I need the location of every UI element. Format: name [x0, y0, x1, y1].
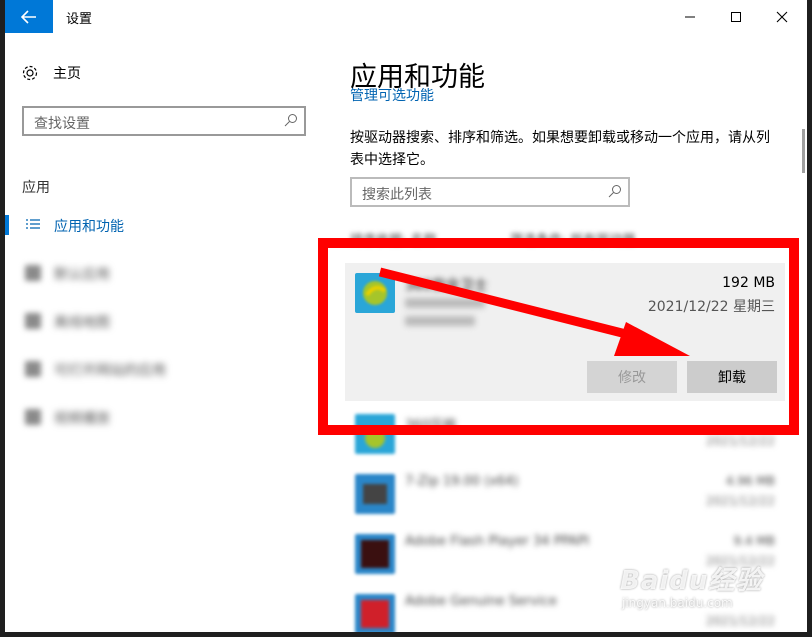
sidebar-item-apps-for-websites[interactable]: 可打开网站的应用	[5, 357, 335, 381]
sidebar-item-apps-features[interactable]: 应用和功能	[5, 213, 335, 237]
maximize-button[interactable]	[713, 0, 759, 33]
annotation-highlight-box	[318, 238, 799, 435]
flash-player-icon	[361, 540, 389, 568]
list-item[interactable]: 7-Zip 19.00 (x64) 4.96 MB 2021/12/22	[345, 468, 785, 520]
search-icon	[608, 185, 621, 198]
settings-search-input[interactable]: 查找设置	[22, 106, 306, 136]
minimize-icon	[685, 16, 695, 17]
optional-features-link[interactable]: 管理可选功能	[350, 88, 550, 103]
active-indicator	[5, 215, 9, 235]
sidebar-item-offline-maps[interactable]: 离线地图	[5, 309, 335, 333]
app-icon	[355, 594, 395, 632]
default-apps-icon	[25, 265, 41, 281]
home-link[interactable]: 主页	[21, 63, 81, 83]
app-list-search-placeholder: 搜索此列表	[362, 187, 432, 203]
settings-search-placeholder: 查找设置	[34, 116, 90, 132]
section-label-apps: 应用	[22, 180, 50, 196]
app-install-date: 2021/12/22	[705, 494, 775, 508]
sidebar-item-label: 离线地图	[54, 315, 110, 331]
map-icon	[25, 313, 41, 329]
website-apps-icon	[25, 361, 41, 377]
adobe-icon	[361, 600, 389, 628]
app-name: Adobe Flash Player 34 PPAPI	[405, 534, 590, 549]
maximize-icon	[731, 11, 741, 22]
optional-features-link-label: 管理可选功能	[350, 88, 434, 103]
app-install-date: 2021/12/22	[705, 614, 775, 628]
sidebar-item-video-playback[interactable]: 视频播放	[5, 405, 335, 429]
watermark-url: jingyan.baidu.com	[622, 596, 733, 610]
app-logo-icon	[363, 484, 387, 504]
app-name: Adobe Genuine Service	[405, 594, 557, 609]
app-name: 7-Zip 19.00 (x64)	[405, 474, 519, 489]
sidebar-item-label: 视频播放	[54, 411, 110, 427]
sidebar: 主页 查找设置 应用 应用和功能 默认应用 离线地图 可打开网站的应用 视频播放	[5, 33, 335, 632]
sidebar-item-label: 默认应用	[54, 267, 110, 283]
sidebar-item-label: 应用和功能	[54, 219, 124, 235]
sidebar-item-default-apps[interactable]: 默认应用	[5, 261, 335, 285]
watermark-brand: Baidu经验	[620, 566, 763, 596]
search-icon	[284, 114, 297, 127]
app-install-date: 2021/12/22	[705, 434, 775, 448]
app-icon	[355, 534, 395, 574]
app-list-search-input[interactable]: 搜索此列表	[350, 177, 630, 207]
video-icon	[25, 409, 41, 425]
app-icon	[355, 474, 395, 514]
list-icon	[26, 219, 40, 229]
title-bar: 设置	[5, 0, 807, 33]
home-label: 主页	[53, 66, 81, 82]
sidebar-item-label: 可打开网站的应用	[54, 363, 166, 379]
description-text: 按驱动器搜索、排序和筛选。如果想要卸载或移动一个应用，请从列表中选择它。	[350, 130, 770, 168]
back-arrow-icon	[21, 9, 36, 24]
gear-icon	[22, 65, 38, 81]
close-button[interactable]	[759, 0, 805, 33]
scrollbar-thumb[interactable]	[802, 129, 805, 173]
close-icon	[776, 11, 788, 22]
minimize-button[interactable]	[667, 0, 713, 33]
app-size: 4.96 MB	[725, 474, 775, 488]
window-title: 设置	[66, 12, 93, 27]
app-size: 9.4 MB	[733, 534, 775, 548]
back-button[interactable]	[5, 0, 53, 33]
